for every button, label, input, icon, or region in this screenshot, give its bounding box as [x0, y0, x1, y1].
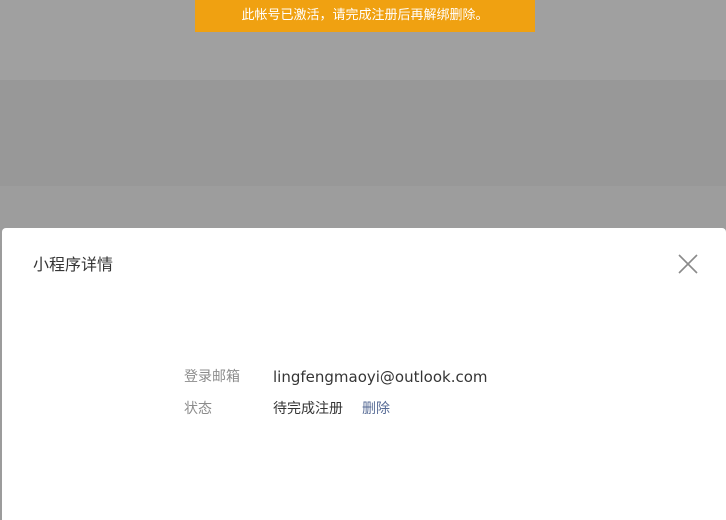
mini-program-details-dialog: 小程序详情 登录邮箱 lingfengmaoyi@outlook.com 状态 … [2, 228, 726, 520]
dialog-title: 小程序详情 [33, 255, 114, 274]
page: 此帐号已激活，请完成注册后再解绑删除。 小程序详情 登录邮箱 lingfengm… [0, 0, 726, 520]
delete-link[interactable]: 删除 [362, 398, 390, 420]
background-content-area [0, 80, 726, 186]
email-label: 登录邮箱 [184, 369, 240, 385]
toast-message: 此帐号已激活，请完成注册后再解绑删除。 [241, 8, 489, 23]
email-value: lingfengmaoyi@outlook.com [273, 368, 488, 386]
close-icon [678, 254, 698, 274]
close-button[interactable] [678, 254, 698, 274]
status-value: 待完成注册 [273, 401, 343, 417]
status-label: 状态 [184, 401, 212, 417]
warning-toast: 此帐号已激活，请完成注册后再解绑删除。 [195, 0, 535, 32]
